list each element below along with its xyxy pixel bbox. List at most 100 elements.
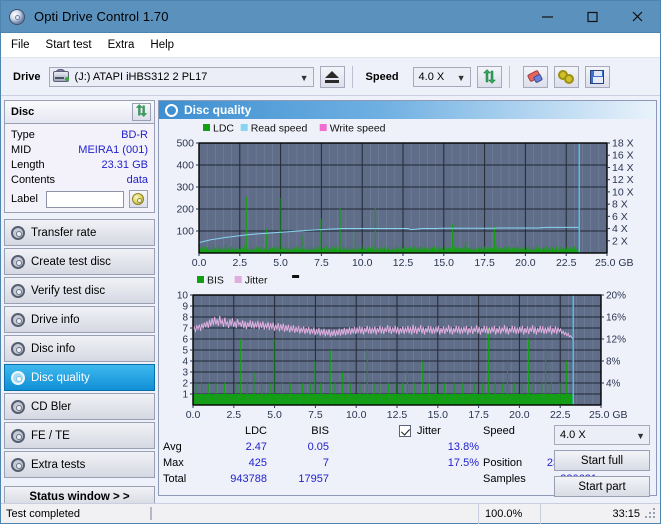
sidebar-item-label: Verify test disc — [31, 284, 106, 297]
svg-text:10.0: 10.0 — [352, 257, 373, 269]
sidebar-item-transfer-rate[interactable]: Transfer rate — [4, 219, 155, 246]
svg-text:8: 8 — [182, 313, 188, 324]
disc-label-input[interactable] — [46, 190, 125, 208]
sidebar-item-label: Drive info — [31, 313, 80, 326]
close-button[interactable] — [615, 1, 660, 32]
panel-title: Disc quality — [184, 103, 252, 117]
svg-text:9: 9 — [182, 302, 188, 313]
start-full-label: Start full — [580, 454, 624, 467]
disc-row-mid: MID MEIRA1 (001) — [11, 142, 148, 157]
refresh-arrows-icon — [482, 69, 497, 84]
resize-grip[interactable] — [645, 508, 657, 520]
sidebar-item-fe-te[interactable]: FE / TE — [4, 422, 155, 449]
disc-icon — [5, 399, 31, 414]
settings-button[interactable] — [553, 65, 579, 88]
sidebar-item-label: Create test disc — [31, 255, 111, 268]
stats-row-label: Avg — [163, 441, 182, 453]
disc-icon — [5, 457, 31, 472]
samples-label: Samples — [483, 473, 526, 485]
disc-icon — [5, 341, 31, 356]
disc-panel-header: Disc — [5, 101, 154, 124]
menu-extra[interactable]: Extra — [108, 37, 146, 53]
maximize-button[interactable] — [570, 1, 615, 32]
svg-text:20%: 20% — [606, 291, 626, 302]
eject-icon — [325, 70, 340, 83]
stats-total-ldc: 943788 — [230, 473, 267, 485]
jitter-label: Jitter — [417, 425, 441, 437]
stats-header-bis: BIS — [311, 425, 329, 437]
stats-total-bis: 17957 — [298, 473, 329, 485]
stats-row-label: Max — [163, 457, 184, 469]
elapsed-time: 33:15 — [540, 503, 660, 524]
sidebar-item-create-test-disc[interactable]: Create test disc — [4, 248, 155, 275]
disc-icon — [5, 428, 31, 443]
sidebar-item-label: Disc quality — [31, 371, 90, 384]
start-part-button[interactable]: Start part — [554, 476, 650, 497]
svg-text:1: 1 — [182, 390, 188, 401]
svg-text:15.0: 15.0 — [428, 409, 449, 421]
svg-text:5.0: 5.0 — [267, 409, 282, 421]
app-window: Opti Drive Control 1.70 File Start test … — [0, 0, 661, 524]
window-title: Opti Drive Control 1.70 — [34, 9, 169, 24]
sidebar-item-label: CD Bler — [31, 400, 72, 413]
stats-header-ldc: LDC — [244, 425, 267, 437]
stats-actions: 4.0 X ▼ Start full Start part — [554, 425, 650, 497]
sidebar-item-verify-test-disc[interactable]: Verify test disc — [4, 277, 155, 304]
speed-select[interactable]: 4.0 X ▼ — [412, 66, 471, 87]
menu-file[interactable]: File — [11, 37, 41, 53]
disc-refresh-button[interactable] — [132, 103, 151, 121]
eject-button[interactable] — [319, 65, 345, 88]
drive-select-value: (J:) ATAPI iHBS312 2 PL17 — [74, 70, 208, 83]
disc-row-contents: Contents data — [11, 172, 148, 187]
ldc-chart: LDC Read speed Write speed 100 200 300 400 500 2… — [159, 121, 656, 271]
disc-row-value: data — [126, 173, 148, 186]
sidebar: Disc Type BD-R MID MEIRA1 (001) Length 2… — [1, 96, 158, 508]
disc-quality-header: Disc quality — [159, 101, 656, 119]
svg-text:4: 4 — [182, 357, 188, 368]
disc-icon — [5, 283, 31, 298]
svg-text:Jitter: Jitter — [245, 275, 268, 287]
svg-text:Write speed: Write speed — [330, 123, 386, 135]
bis-jitter-chart-svg: BIS Jitter 12345678910 4% 8% 12% 16% 20% 0.0 2.5 5… — [177, 275, 628, 422]
svg-text:8 X: 8 X — [612, 199, 628, 211]
sidebar-item-drive-info[interactable]: Drive info — [4, 306, 155, 333]
bis-jitter-chart: BIS Jitter 1 2 3 4 5 6 7 8 9 10 4% 8% 12% 16% 20% 0.0 2.5 5… — [159, 273, 656, 423]
svg-text:300: 300 — [176, 182, 194, 194]
disc-icon — [5, 370, 31, 385]
test-speed-select[interactable]: 4.0 X ▼ — [554, 425, 650, 445]
chevron-down-icon: ▼ — [299, 72, 309, 83]
sidebar-item-disc-quality[interactable]: Disc quality — [4, 364, 155, 391]
svg-text:12 X: 12 X — [612, 174, 634, 186]
svg-text:2 X: 2 X — [612, 235, 628, 247]
progress-percent: 100.0% — [478, 503, 540, 524]
toolbar-divider-2 — [508, 65, 510, 88]
svg-text:25.0 GB: 25.0 GB — [595, 257, 634, 269]
svg-text:4 X: 4 X — [612, 223, 628, 235]
stats-row-avg: Avg 2.47 0.05 13.8% — [163, 439, 597, 455]
disc-info-panel: Disc Type BD-R MID MEIRA1 (001) Length 2… — [4, 100, 155, 213]
disc-label-row: Label — [11, 190, 148, 208]
drive-select[interactable]: (J:) ATAPI iHBS312 2 PL17 ▼ — [48, 66, 314, 87]
start-full-button[interactable]: Start full — [554, 450, 650, 471]
sidebar-item-extra-tests[interactable]: Extra tests — [4, 451, 155, 478]
disc-icon — [5, 312, 31, 327]
svg-text:4%: 4% — [606, 379, 621, 390]
save-button[interactable] — [584, 65, 610, 88]
drive-label: Drive — [13, 70, 41, 83]
jitter-checkbox[interactable] — [399, 424, 411, 437]
menu-help[interactable]: Help — [150, 37, 185, 53]
stats-max-jitter: 17.5% — [447, 457, 479, 469]
svg-text:16 X: 16 X — [612, 150, 634, 162]
erase-button[interactable] — [522, 65, 548, 88]
minimize-button[interactable] — [525, 1, 570, 32]
menu-start-test[interactable]: Start test — [46, 37, 103, 53]
disc-icon — [5, 254, 31, 269]
speed-label: Speed — [365, 70, 399, 83]
svg-text:Read speed: Read speed — [251, 123, 308, 135]
main-panel: Disc quality LDC Read speed Write speed 100… — [158, 96, 660, 499]
disc-label-button[interactable] — [128, 190, 148, 208]
sidebar-item-disc-info[interactable]: Disc info — [4, 335, 155, 362]
refresh-button[interactable] — [476, 65, 502, 88]
sidebar-item-cd-bler[interactable]: CD Bler — [4, 393, 155, 420]
svg-text:100: 100 — [176, 226, 194, 238]
